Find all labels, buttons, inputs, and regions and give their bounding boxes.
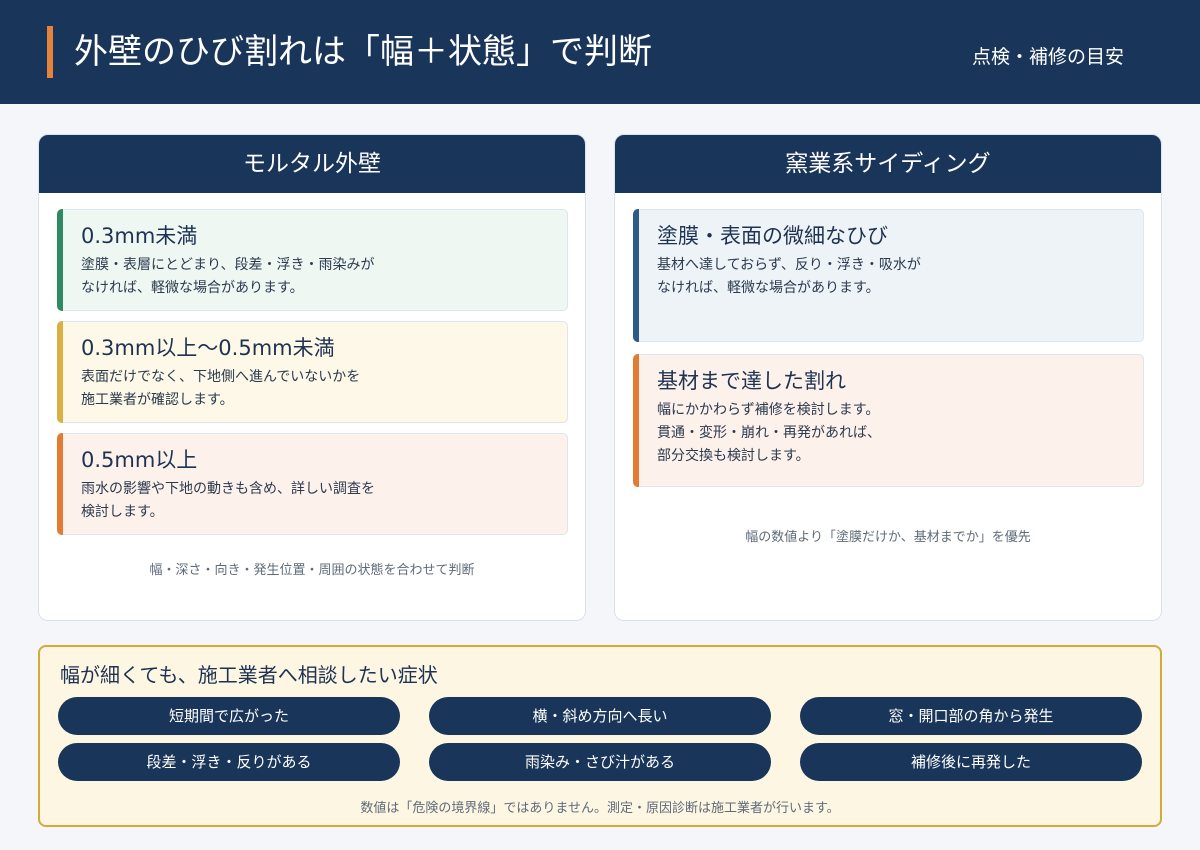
siding-panel-title: 窯業系サイディング [615, 135, 1161, 193]
symptom-pill: 横・斜め方向へ長い [429, 697, 771, 735]
siding-panel: 窯業系サイディング 塗膜・表面の微細なひび 基材へ達しておらず、反り・浮き・吸水… [614, 134, 1162, 621]
mortar-panel: モルタル外壁 0.3mm未満 塗膜・表層にとどまり、段差・浮き・雨染みが なけれ… [38, 134, 586, 621]
mortar-card-under-0-3mm: 0.3mm未満 塗膜・表層にとどまり、段差・浮き・雨染みが なければ、軽微な場合… [57, 209, 568, 311]
mortar-card-0-3-to-0-5mm: 0.3mm以上〜0.5mm未満 表面だけでなく、下地側へ進んでいないかを 施工業… [57, 321, 568, 423]
card-body: 幅にかかわらず補修を検討します。 貫通・変形・崩れ・再発があれば、 部分交換も検… [657, 402, 881, 464]
page-title: 外壁のひび割れは「幅＋状態」で判断 [74, 32, 652, 72]
symptom-pill: 短期間で広がった [58, 697, 400, 735]
siding-card-surface-crack: 塗膜・表面の微細なひび 基材へ達しておらず、反り・浮き・吸水が なければ、軽微な… [633, 209, 1144, 342]
card-body: 基材へ達しておらず、反り・浮き・吸水が なければ、軽微な場合があります。 [657, 257, 921, 296]
card-body: 塗膜・表層にとどまり、段差・浮き・雨染みが なければ、軽微な場合があります。 [81, 257, 375, 296]
consult-box: 幅が細くても、施工業者へ相談したい症状 短期間で広がった 横・斜め方向へ長い 窓… [38, 645, 1162, 827]
symptom-pill: 段差・浮き・反りがある [58, 743, 400, 781]
card-title: 基材まで達した割れ [657, 369, 846, 393]
card-body: 表面だけでなく、下地側へ進んでいないかを 施工業者が確認します。 [81, 369, 361, 408]
mortar-panel-title: モルタル外壁 [39, 135, 585, 193]
symptom-pill: 補修後に再発した [800, 743, 1142, 781]
consult-note: 数値は「危険の境界線」ではありません。測定・原因診断は施工業者が行います。 [360, 801, 840, 816]
mortar-panel-note: 幅・深さ・向き・発生位置・周囲の状態を合わせて判断 [149, 563, 475, 578]
siding-panel-note: 幅の数値より「塗膜だけか、基材までか」を優先 [745, 530, 1031, 545]
card-body: 雨水の影響や下地の動きも含め、詳しい調査を 検討します。 [81, 481, 375, 520]
consult-title: 幅が細くても、施工業者へ相談したい症状 [60, 663, 438, 687]
card-title: 塗膜・表面の微細なひび [657, 224, 888, 248]
card-title: 0.3mm未満 [81, 224, 198, 248]
card-title: 0.5mm以上 [81, 448, 198, 472]
mortar-card-over-0-5mm: 0.5mm以上 雨水の影響や下地の動きも含め、詳しい調査を 検討します。 [57, 433, 568, 535]
page-subtitle: 点検・補修の目安 [971, 46, 1124, 68]
header-accent-bar [47, 26, 53, 78]
symptom-pill: 窓・開口部の角から発生 [800, 697, 1142, 735]
siding-card-substrate-crack: 基材まで達した割れ 幅にかかわらず補修を検討します。 貫通・変形・崩れ・再発があ… [633, 354, 1144, 487]
card-title: 0.3mm以上〜0.5mm未満 [81, 336, 335, 360]
header-banner: 外壁のひび割れは「幅＋状態」で判断 点検・補修の目安 [0, 0, 1200, 104]
symptom-pill: 雨染み・さび汁がある [429, 743, 771, 781]
